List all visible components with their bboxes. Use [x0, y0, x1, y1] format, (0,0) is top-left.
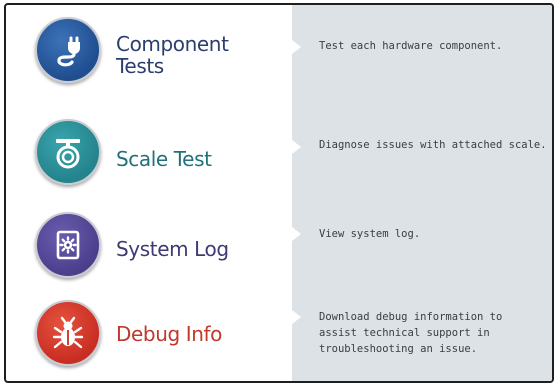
- menu-row-debug-info: Debug Info Download debug information to…: [6, 289, 552, 379]
- menu-row-scale-test: Scale Test Diagnose issues with attached…: [6, 104, 552, 194]
- diagnostics-menu: Component Tests Test each hardware compo…: [4, 3, 554, 383]
- plug-icon: [35, 17, 101, 83]
- component-tests-button[interactable]: Component Tests: [22, 5, 284, 95]
- component-tests-description: Test each hardware component.: [319, 40, 503, 52]
- scale-test-button[interactable]: Scale Test: [22, 104, 284, 194]
- pointer-arrow: [292, 40, 301, 54]
- system-log-description: View system log.: [319, 228, 421, 240]
- debug-info-button[interactable]: Debug Info: [22, 289, 284, 379]
- scale-test-description: Diagnose issues with attached scale.: [319, 139, 547, 151]
- pointer-arrow: [292, 140, 301, 154]
- debug-info-label: Debug Info: [116, 322, 222, 346]
- bug-icon: [35, 300, 101, 366]
- gear-document-icon: [35, 212, 101, 278]
- scale-test-label: Scale Test: [116, 147, 212, 171]
- pointer-arrow: [292, 310, 301, 324]
- menu-row-component-tests: Component Tests Test each hardware compo…: [6, 5, 552, 95]
- system-log-label: System Log: [116, 237, 229, 261]
- component-tests-label-line: Component Tests: [116, 32, 229, 78]
- scale-icon: [35, 119, 101, 185]
- system-log-button[interactable]: System Log: [22, 200, 284, 290]
- menu-row-system-log: System Log View system log.: [6, 200, 552, 290]
- component-tests-label: Component Tests: [116, 33, 229, 77]
- debug-info-description: Download debug information to assist tec…: [319, 311, 503, 355]
- pointer-arrow: [292, 227, 301, 241]
